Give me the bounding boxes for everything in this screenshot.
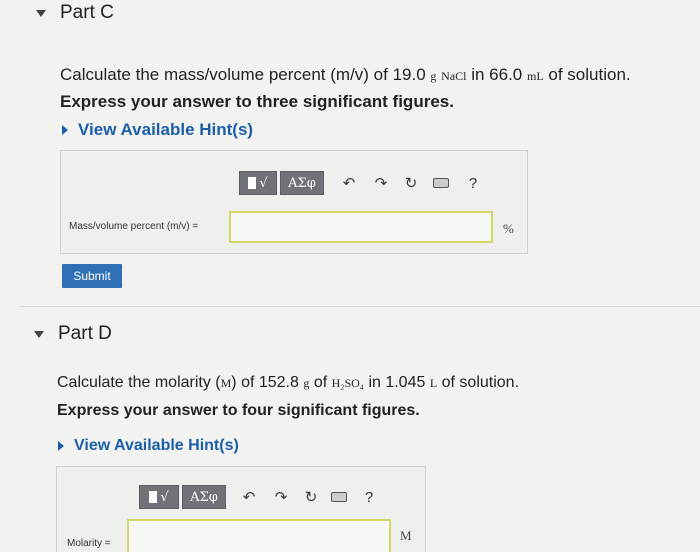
greek-symbols-button[interactable]: ΑΣφ [182, 485, 226, 509]
mass-volume-input[interactable] [229, 211, 493, 243]
part-c-answer-panel: √ ΑΣφ ↶ ↷ ↻ ? Mass/volume percent (m/v) … [60, 150, 528, 254]
part-d-header[interactable]: Part D [34, 323, 112, 345]
submit-button[interactable]: Submit [62, 264, 122, 288]
part-d-instructions: Express your answer to four significant … [57, 402, 420, 419]
part-d-title: Part D [58, 323, 112, 344]
reset-icon[interactable]: ↻ [400, 172, 422, 194]
reset-icon[interactable]: ↻ [300, 486, 322, 508]
part-d-question: Calculate the molarity (M) of 152.8 g of… [57, 374, 520, 391]
undo-icon[interactable]: ↶ [338, 172, 360, 194]
template-box-icon [149, 491, 158, 503]
molarity-unit: M [400, 528, 412, 543]
template-box-icon [248, 177, 257, 189]
redo-icon[interactable]: ↷ [370, 172, 392, 194]
redo-icon[interactable]: ↷ [270, 486, 292, 508]
molarity-label: Molarity = [67, 538, 111, 549]
part-c-title: Part C [60, 2, 114, 23]
help-button[interactable]: ? [358, 486, 380, 508]
part-d-hint-link[interactable]: View Available Hint(s) [58, 437, 239, 455]
collapse-caret-icon[interactable] [34, 330, 44, 338]
part-d-answer-panel: √ ΑΣφ ↶ ↷ ↻ ? Molarity = M [56, 466, 426, 552]
part-c-header[interactable]: Part C [36, 2, 114, 24]
hint-label: View Available Hint(s) [78, 120, 254, 139]
part-c-toolbar: √ ΑΣφ ↶ ↷ ↻ ? [239, 171, 484, 195]
expand-caret-icon [58, 441, 64, 451]
help-button[interactable]: ? [462, 172, 484, 194]
part-c-hint-link[interactable]: View Available Hint(s) [62, 120, 253, 140]
keyboard-icon[interactable] [430, 172, 452, 194]
keyboard-icon[interactable] [328, 486, 350, 508]
percent-unit: % [503, 221, 514, 236]
collapse-caret-icon[interactable] [36, 9, 46, 17]
part-c-question: Calculate the mass/volume percent (m/v) … [60, 65, 631, 84]
greek-symbols-button[interactable]: ΑΣφ [280, 171, 324, 195]
part-c-instructions: Express your answer to three significant… [60, 92, 454, 111]
part-d-toolbar: √ ΑΣφ ↶ ↷ ↻ ? [139, 485, 380, 509]
expand-caret-icon [62, 125, 68, 135]
mass-volume-label: Mass/volume percent (m/v) = [69, 221, 199, 232]
section-divider [20, 306, 700, 307]
templates-button[interactable]: √ [139, 485, 179, 509]
molarity-input[interactable] [127, 519, 391, 552]
undo-icon[interactable]: ↶ [238, 486, 260, 508]
templates-button[interactable]: √ [239, 171, 277, 195]
hint-label: View Available Hint(s) [74, 437, 239, 454]
